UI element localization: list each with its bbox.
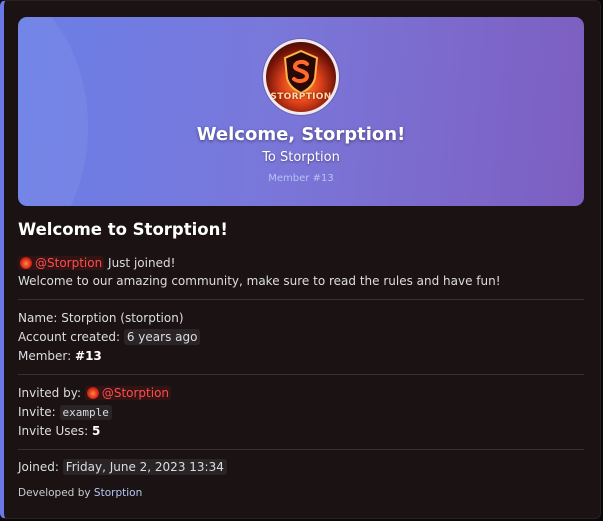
- joined-label: Joined:: [18, 460, 59, 474]
- account-created-timestamp[interactable]: 6 years ago: [123, 329, 201, 345]
- member-row: Member: #13: [18, 348, 102, 364]
- inviter-avatar-icon: [86, 387, 99, 399]
- invite-label: Invite:: [18, 405, 56, 419]
- banner-member-count: Member #13: [268, 173, 334, 184]
- invited-by-row: Invited by: @Storption: [18, 385, 172, 401]
- divider: [18, 374, 584, 375]
- avatar-logo-text: STORPTION: [270, 92, 332, 102]
- member-number: #13: [75, 349, 102, 363]
- welcome-message: Welcome to our amazing community, make s…: [18, 274, 501, 288]
- divider: [18, 299, 584, 300]
- divider: [18, 449, 584, 450]
- invite-row: Invite: example: [18, 404, 112, 421]
- user-mention-text: @Storption: [35, 256, 103, 270]
- invite-code: example: [59, 405, 112, 420]
- just-joined-text: Just joined!: [108, 256, 176, 270]
- account-created-row: Account created: 6 years ago: [18, 329, 201, 345]
- invite-uses-count: 5: [92, 424, 101, 438]
- member-label: Member:: [18, 349, 72, 363]
- inviter-mention-text: @Storption: [101, 386, 170, 400]
- inviter-mention[interactable]: @Storption: [84, 386, 172, 400]
- server-avatar-icon: STORPTION: [266, 42, 336, 112]
- account-created-label: Account created:: [18, 330, 121, 344]
- name-row: Name: Storption (storption): [18, 310, 184, 326]
- footer-prefix: Developed by: [18, 487, 91, 499]
- invited-by-label: Invited by:: [18, 386, 81, 400]
- joined-timestamp[interactable]: Friday, June 2, 2023 13:34: [62, 459, 227, 475]
- name-label: Name:: [18, 311, 58, 325]
- banner-title: Welcome, Storption!: [196, 124, 406, 145]
- welcome-banner: STORPTION Welcome, Storption! To Storpti…: [18, 17, 584, 206]
- invite-uses-row: Invite Uses: 5: [18, 423, 100, 439]
- banner-subtitle: To Storption: [262, 150, 340, 165]
- user-mention[interactable]: @Storption: [18, 256, 105, 270]
- user-avatar-icon: [20, 257, 32, 269]
- embed-footer: Developed by Storption: [18, 487, 142, 499]
- embed-title: Welcome to Storption!: [18, 220, 228, 239]
- footer-author-link[interactable]: Storption: [94, 487, 142, 499]
- joined-row: Joined: Friday, June 2, 2023 13:34: [18, 459, 227, 475]
- name-value: Storption (storption): [61, 311, 184, 325]
- join-line: @Storption Just joined!: [18, 255, 175, 271]
- server-avatar[interactable]: STORPTION: [263, 39, 339, 115]
- invite-uses-label: Invite Uses:: [18, 424, 89, 438]
- welcome-embed: STORPTION Welcome, Storption! To Storpti…: [0, 0, 601, 519]
